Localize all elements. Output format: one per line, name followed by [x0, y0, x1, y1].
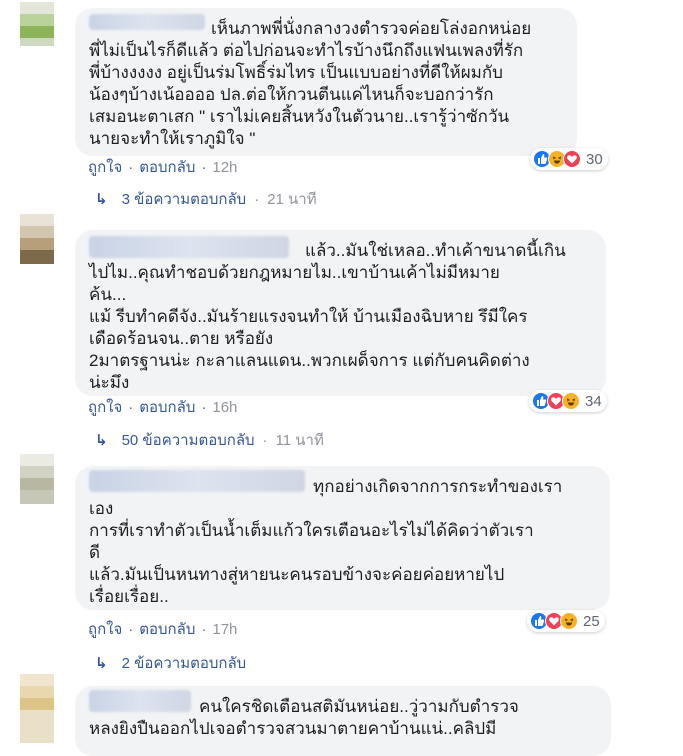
commenter-name[interactable]	[89, 690, 191, 712]
reply-arrow-icon: ↳	[95, 655, 108, 672]
replies-count-label: 3 ข้อความตอบกลับ	[121, 191, 247, 208]
separator-dot: ·	[128, 621, 134, 638]
comment-text-line: การที่เราทำตัวเป็นน้ำเต็มแก้วใครเตือนอะไ…	[89, 521, 534, 540]
reaction-summary[interactable]: 34	[529, 390, 607, 412]
reaction-summary[interactable]: 30	[530, 148, 608, 170]
reply-link[interactable]: ตอบกลับ	[139, 158, 195, 178]
love-reaction-icon	[563, 150, 581, 168]
comment-text-line: ไปไม..คุณทำชอบด้วยกฎหมายไม..เขาบ้านเค้าไ…	[89, 263, 500, 282]
reply-link[interactable]: ตอบกลับ	[139, 398, 195, 418]
commenter-name[interactable]	[89, 14, 205, 30]
comment-text-line: นายจะทำให้เราภูมิใจ "	[89, 129, 256, 148]
separator-dot: ·	[254, 191, 260, 208]
comment-text-line: น้องๆบ้างเน้ออออ ปล.ต่อให้กวนตีนแค่ไหนก็…	[89, 85, 494, 104]
comment-text-line: แล้ว.มันเป็นหนทางสู่หายนะคนรอบข้างจะค่อย…	[89, 565, 505, 584]
replies-time: 21 นาที	[267, 191, 317, 208]
replies-time: 11 นาที	[275, 432, 324, 449]
reaction-count: 25	[583, 612, 600, 630]
reaction-summary[interactable]: 25	[527, 610, 605, 632]
avatar[interactable]	[20, 2, 54, 46]
comment-text-line: ดี	[89, 543, 101, 562]
comment-actions: ถูกใจ · ตอบกลับ · 16h	[88, 398, 237, 418]
separator-dot: ·	[128, 399, 134, 416]
timestamp[interactable]: 17h	[212, 620, 237, 640]
commenter-name[interactable]	[89, 236, 289, 258]
separator-dot: ·	[201, 159, 207, 176]
comment-text-line: พี่บ้างงงงง อยู่เป็นร่มโพธิ์ร่มไทร เป็นแ…	[89, 63, 503, 82]
like-link[interactable]: ถูกใจ	[88, 620, 122, 640]
replies-count-label: 2 ข้อความตอบกลับ	[121, 655, 247, 672]
avatar[interactable]	[20, 674, 54, 743]
comment-actions: ถูกใจ · ตอบกลับ · 12h	[88, 158, 237, 178]
comment-text-line: น่ะมึง	[89, 373, 130, 392]
separator-dot: ·	[201, 621, 207, 638]
comment-bubble: คนใครชิดเตือนสติมันหน่อย..วู่วามกับตำรวจ…	[75, 686, 611, 756]
separator-dot: ·	[128, 159, 134, 176]
comment-actions: ถูกใจ · ตอบกลับ · 17h	[88, 620, 237, 640]
reply-arrow-icon: ↳	[95, 432, 108, 449]
separator-dot: ·	[201, 399, 207, 416]
comment-text-line: แม้ รีบทำคดีจัง..มันร้ายแรงจนทำให้ บ้านเ…	[89, 307, 528, 326]
commenter-name[interactable]	[89, 470, 305, 492]
timestamp[interactable]: 12h	[212, 158, 237, 178]
reaction-count: 30	[586, 150, 603, 168]
reaction-count: 34	[585, 392, 602, 410]
avatar[interactable]	[20, 454, 54, 504]
reply-link[interactable]: ตอบกลับ	[139, 620, 195, 640]
comment-text-line: เรื่อยเรื่อย..	[89, 587, 169, 606]
view-replies-link[interactable]: ↳ 3 ข้อความตอบกลับ · 21 นาที	[95, 189, 317, 211]
like-link[interactable]: ถูกใจ	[88, 158, 122, 178]
reply-arrow-icon: ↳	[95, 191, 108, 208]
comment-text-line: หลงยิงปืนออกไปเจอตำรวจสวนมาตายคาบ้านแน่.…	[89, 719, 497, 738]
timestamp[interactable]: 16h	[212, 398, 237, 418]
like-link[interactable]: ถูกใจ	[88, 398, 122, 418]
avatar[interactable]	[20, 214, 54, 264]
comment-text-line: เสมอนะตาเสก " เราไม่เคยสิ้นหวังในตัวนาย.…	[89, 107, 510, 126]
comment-bubble: ทุกอย่างเกิดจากการกระทำของเรา เอง การที่…	[75, 466, 610, 610]
replies-count-label: 50 ข้อความตอบกลับ	[121, 432, 255, 449]
comment-bubble: เห็นภาพพี่นั่งกลางวงตำรวจค่อยโล่งอกหน่อย…	[75, 8, 577, 156]
haha-reaction-icon	[562, 392, 580, 410]
view-replies-link[interactable]: ↳ 2 ข้อความตอบกลับ	[95, 653, 246, 675]
separator-dot: ·	[262, 432, 268, 449]
comment-text-line: พี่ไม่เป็นไรก็ดีแล้ว ต่อไปก่อนจะทำไรบ้าง…	[89, 41, 524, 60]
view-replies-link[interactable]: ↳ 50 ข้อความตอบกลับ · 11 นาที	[95, 430, 324, 452]
comment-text-line: เดือดร้อนจน..ตาย หรือยัง	[89, 329, 274, 348]
comment-bubble: แล้ว..มันใช่เหลอ..ทำเค้าขนาดนี้เกิน ไปไม…	[75, 230, 606, 396]
comment-text-line: ค้น...	[89, 285, 127, 304]
comment-text-line: เอง	[89, 499, 114, 518]
comment-text-line: 2มาตรฐานน่ะ กะลาแลนแดน..พวกเผด็จการ แต่ก…	[89, 351, 530, 370]
haha-reaction-icon	[560, 612, 578, 630]
